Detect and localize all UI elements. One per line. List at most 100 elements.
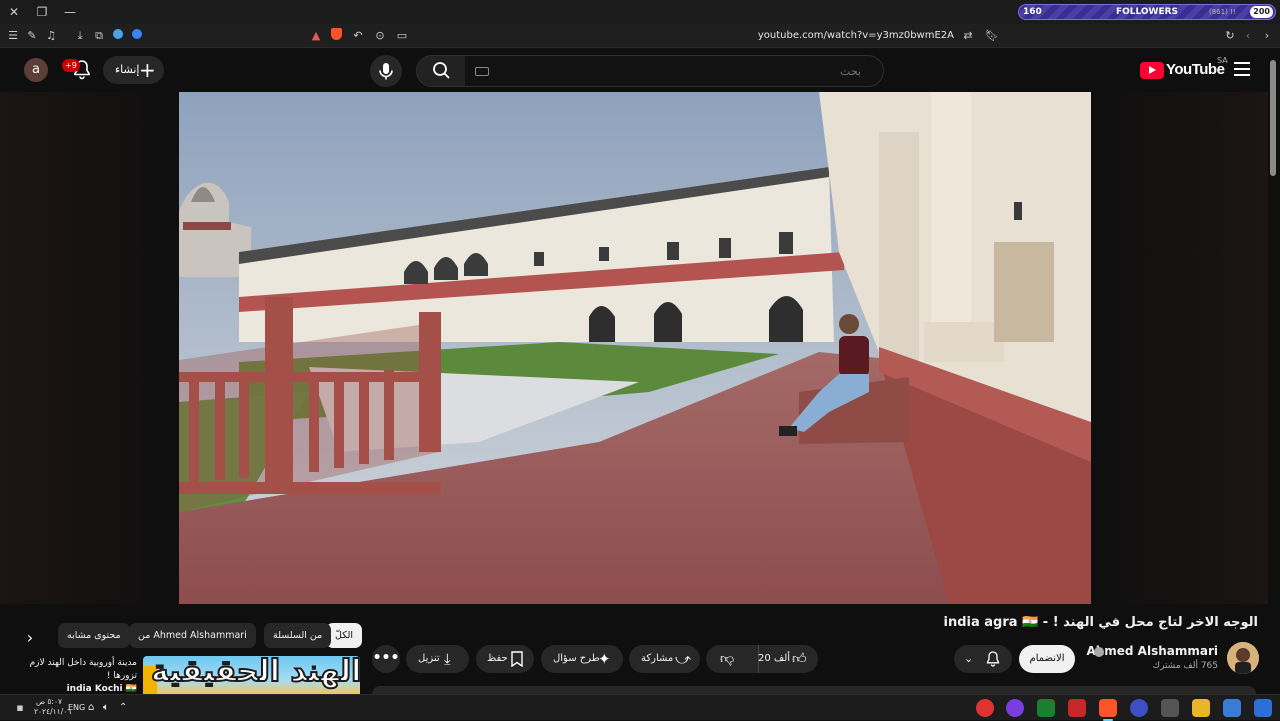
save-button[interactable]: حفظ [476, 645, 534, 673]
menu-icon[interactable]: ☰ [5, 28, 21, 44]
share-icon: ⤻ [675, 650, 692, 668]
app-folder-icon[interactable] [1192, 699, 1210, 717]
chip-from-series[interactable]: من السلسلة [264, 623, 332, 648]
like-icon[interactable]: 👍︎ [792, 645, 807, 673]
chevron-up-icon[interactable]: ⌃ [119, 695, 127, 721]
account-avatar[interactable]: a [24, 58, 48, 82]
music-icon[interactable]: ♫ [43, 28, 59, 44]
chip-related[interactable]: محتوى مشابه [58, 623, 130, 648]
search-button[interactable] [417, 56, 465, 86]
reply-icon[interactable]: ↶ [350, 28, 366, 44]
brave-shield-icon[interactable] [328, 28, 344, 44]
more-actions-button[interactable]: ••• [372, 645, 400, 673]
volume-icon[interactable]: 🔈︎ [103, 695, 109, 721]
save-label: حفظ [487, 653, 508, 664]
download-icon[interactable]: ⤓ [72, 28, 88, 44]
forward-icon[interactable]: › [1259, 28, 1275, 44]
youtube-wordmark: YouTube [1166, 61, 1225, 78]
extension-icon[interactable]: ⧉ [91, 28, 107, 44]
app-cube-icon[interactable] [1161, 699, 1179, 717]
vpn-icon[interactable] [129, 28, 145, 44]
app-obs-icon[interactable] [1130, 699, 1148, 717]
join-label: الانضمام [1029, 653, 1065, 664]
followers-sub: (861) !! [1209, 8, 1236, 16]
taskbar-clock[interactable]: ٥:٠٧ ص ٢٠٢٤/١١/٠٦ [34, 697, 72, 717]
close-icon[interactable]: ✕ [5, 3, 23, 21]
app-xbox-icon[interactable] [1037, 699, 1055, 717]
app-brave-icon[interactable] [1099, 699, 1117, 721]
clock-date: ٢٠٢٤/١١/٠٦ [34, 707, 72, 716]
create-button[interactable]: إنشاء + [103, 56, 164, 84]
video-title: الوجه الاخر لتاج محل في الهند ! - india … [943, 615, 1258, 630]
subscriber-count: 765 ألف مشترك [1152, 661, 1218, 671]
followers-label: FOLLOWERS [1115, 7, 1179, 17]
browser-top-strip: ✕ ❐ — 160 FOLLOWERS (861) !! 200 [0, 0, 1280, 24]
chevron-right-icon[interactable]: › [18, 626, 42, 650]
app-record-icon[interactable] [976, 699, 994, 717]
search-box [416, 55, 884, 87]
recommendation-thumbnail[interactable]: الهند الحقيقية! [143, 656, 360, 696]
reload-icon[interactable]: ↻ [1222, 28, 1238, 44]
mic-icon [379, 63, 393, 80]
video-player[interactable] [179, 92, 1091, 604]
address-bar[interactable]: ▲ ↶ ⊙ ▭ youtube.com/watch?v=y3mz0bwmE2A … [302, 26, 1002, 46]
sparkle-icon: ✦ [598, 650, 611, 668]
like-dislike-group: 👍︎ 20 ألف 👎︎ [706, 645, 818, 673]
browser-toolbar: ☰ ✎ ♫ ⤓ ⧉ ▲ ↶ ⊙ ▭ youtube.com/watch?v=y3… [0, 24, 1280, 48]
wifi-icon[interactable]: ⌂ [88, 695, 94, 721]
app-firefox-icon[interactable] [1006, 699, 1024, 717]
back-icon[interactable]: ‹ [1240, 28, 1256, 44]
followers-right-count: 200 [1250, 6, 1273, 18]
recommendation-title-line: مدينة أوروبية داخل الهند لازم تزورها ! [29, 658, 137, 681]
channel-name[interactable]: Ahmed Alshammari [1086, 644, 1218, 658]
translate-icon[interactable] [110, 28, 126, 44]
ask-button[interactable]: طرح سؤال ✦ [541, 645, 623, 673]
app-red-icon[interactable] [1068, 699, 1086, 717]
youtube-header: a +9 إنشاء + YouTube SA [0, 48, 1280, 92]
recommendation-title-tag: india Kochi 🇮🇳 [66, 684, 137, 694]
minimize-icon[interactable]: — [61, 3, 79, 21]
chip-all[interactable]: الكلّ [326, 623, 362, 648]
channel-avatar-image [1227, 642, 1259, 674]
recommendation-title[interactable]: مدينة أوروبية داخل الهند لازم تزورها ! i… [9, 657, 137, 696]
download-arrow-icon: ⤓ [444, 650, 451, 668]
download-button[interactable]: تنزيل ⤓ [406, 645, 469, 673]
page-scrollbar[interactable] [1270, 60, 1276, 680]
bookmark-icon[interactable]: 🔖︎ [984, 28, 1000, 44]
like-count[interactable]: 20 ألف [758, 645, 790, 673]
ask-label: طرح سؤال [553, 653, 600, 664]
subscribed-button[interactable]: ⌄ [954, 645, 1012, 673]
maximize-icon[interactable]: ❐ [33, 3, 51, 21]
video-frame [179, 92, 1091, 604]
country-code: SA [1217, 56, 1228, 65]
dislike-icon[interactable]: 👎︎ [720, 645, 734, 673]
tune-icon[interactable]: ⇄ [960, 28, 976, 44]
chip-from-channel[interactable]: من Ahmed Alshammari [129, 623, 256, 648]
notifications-center-icon[interactable]: ▪ [12, 700, 28, 716]
share-label: مشاركة [641, 653, 674, 664]
guide-menu-icon[interactable] [1234, 62, 1250, 76]
description-panel-edge [372, 686, 1256, 694]
youtube-play-icon [1140, 62, 1164, 79]
voice-search-button[interactable] [370, 55, 402, 87]
search-icon [433, 62, 450, 79]
bell-ring-icon [986, 651, 1000, 667]
windows-start-icon[interactable] [1254, 699, 1272, 717]
language-indicator[interactable]: ENG [68, 695, 85, 721]
search-input[interactable] [473, 56, 873, 86]
verified-icon [1094, 647, 1104, 657]
channel-avatar[interactable] [1227, 642, 1259, 674]
share-button[interactable]: مشاركة ⤻ [629, 645, 700, 673]
scrollbar-thumb[interactable] [1270, 60, 1276, 176]
url-text[interactable]: youtube.com/watch?v=y3mz0bwmE2A [758, 26, 954, 46]
lens-icon[interactable]: ⊙ [372, 28, 388, 44]
bookmark-add-icon [511, 651, 523, 667]
app-store-icon[interactable] [1223, 699, 1241, 717]
followers-widget: 160 FOLLOWERS (861) !! 200 [1018, 4, 1276, 20]
create-label: إنشاء [115, 63, 140, 76]
screen-icon[interactable]: ▭ [394, 28, 410, 44]
join-button[interactable]: الانضمام [1019, 645, 1075, 673]
pin-icon[interactable]: ✎ [24, 28, 40, 44]
warning-icon[interactable]: ▲ [308, 28, 324, 44]
chevron-down-icon: ⌄ [964, 652, 974, 665]
